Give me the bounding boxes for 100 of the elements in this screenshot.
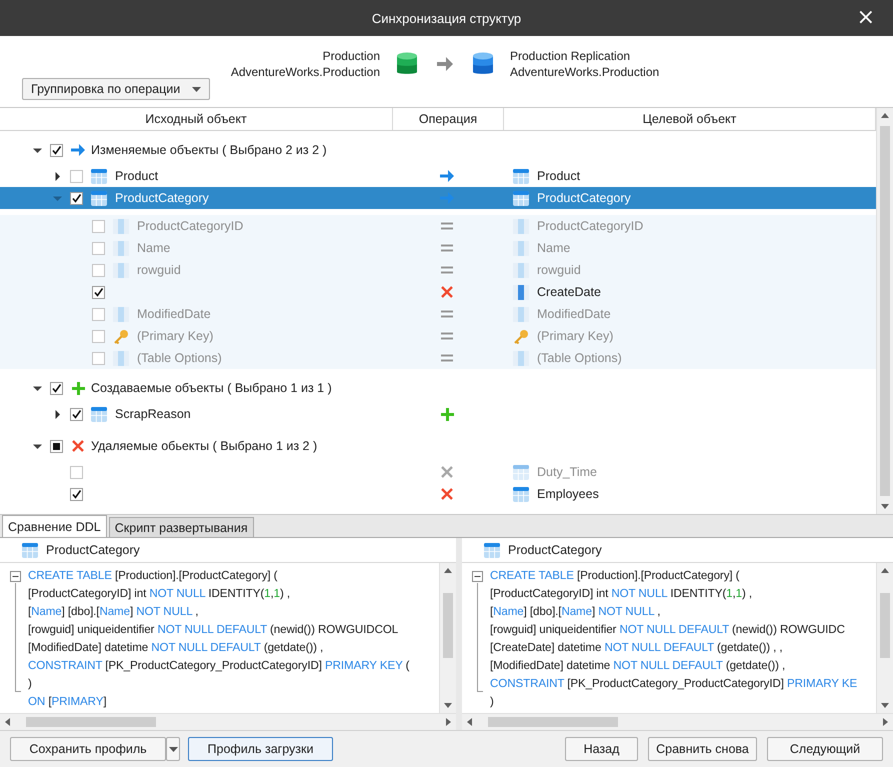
target-object: CreateDate xyxy=(537,285,601,299)
checkbox[interactable] xyxy=(70,170,83,182)
column-icon xyxy=(513,218,529,234)
source-object: ProductCategory xyxy=(115,191,209,205)
target-object: Duty_Time xyxy=(537,465,597,479)
scrollbar[interactable] xyxy=(439,563,456,713)
checkbox[interactable] xyxy=(92,242,105,254)
column-header[interactable]: Исходный объект xyxy=(0,108,393,130)
collapse-icon[interactable] xyxy=(472,571,483,582)
code-line: [ProductCategoryID] int NOT NULL IDENTITY(1,1) , xyxy=(28,586,291,602)
source-object: (Primary Key) xyxy=(137,329,214,343)
cross-icon xyxy=(441,488,453,500)
equals-icon xyxy=(441,310,453,318)
table-icon xyxy=(22,542,38,558)
source-server: Production xyxy=(322,48,380,64)
column-icon xyxy=(113,306,129,322)
caret-icon xyxy=(192,86,201,92)
checkbox[interactable] xyxy=(92,308,105,320)
source-object: Product xyxy=(115,169,158,183)
table-icon xyxy=(513,464,529,480)
code-line: [ProductCategoryID] int NOT NULL IDENTITY(1,1) , xyxy=(490,586,753,602)
object-name: ProductCategory xyxy=(46,543,140,557)
tab[interactable]: Скрипт развертывания xyxy=(108,517,254,537)
key-icon xyxy=(513,328,529,344)
checkbox[interactable] xyxy=(50,440,63,452)
source-database: AdventureWorks.Production xyxy=(230,64,380,80)
code-line: [Name] [dbo].[Name] NOT NULL , xyxy=(28,604,200,620)
load-profile-button[interactable]: Профиль загрузки xyxy=(188,737,333,761)
equals-icon xyxy=(441,266,453,274)
grouping-dropdown[interactable]: Группировка по операции xyxy=(22,78,210,100)
source-object: Name xyxy=(137,241,170,255)
scrollbar[interactable] xyxy=(0,713,456,730)
checkbox[interactable] xyxy=(50,382,63,394)
scrollbar[interactable] xyxy=(876,108,893,514)
scrollbar[interactable] xyxy=(876,563,893,713)
code-line: CREATE TABLE [Production].[ProductCategory] ( xyxy=(490,568,740,584)
checkbox[interactable] xyxy=(70,192,83,204)
table-icon xyxy=(91,168,107,184)
target-object: Employees xyxy=(537,487,599,501)
checkbox[interactable] xyxy=(50,144,63,156)
column-header[interactable]: Операция xyxy=(393,108,504,130)
column-icon xyxy=(113,262,129,278)
save-profile-button[interactable]: Сохранить профиль xyxy=(10,737,166,761)
target-object: ProductCategoryID xyxy=(537,219,644,233)
code-line: [rowguid] uniqueidentifier NOT NULL DEFAULT (newid()) ROWGUIDC xyxy=(490,622,846,638)
collapse-caret-icon[interactable] xyxy=(32,146,42,154)
collapse-caret-icon[interactable] xyxy=(32,384,42,392)
checkbox[interactable] xyxy=(92,286,105,298)
code-line: [Name] [dbo].[Name] NOT NULL , xyxy=(490,604,662,620)
column-icon xyxy=(113,240,129,256)
table-icon xyxy=(484,542,500,558)
database-icon xyxy=(472,51,494,77)
table-icon xyxy=(513,190,529,206)
database-icon xyxy=(396,51,418,77)
checkbox[interactable] xyxy=(70,408,83,420)
table-icon xyxy=(91,190,107,206)
footer-button[interactable]: Сравнить снова xyxy=(648,737,757,761)
equals-icon xyxy=(441,332,453,340)
collapse-icon[interactable] xyxy=(10,571,21,582)
group-label: Удаляемые обьекты ( Выбрано 1 из 2 ) xyxy=(91,439,318,453)
caret-icon xyxy=(168,746,178,752)
checkbox[interactable] xyxy=(70,488,83,500)
arrow-icon xyxy=(440,170,454,182)
group-label: Создаваемые объекты ( Выбрано 1 из 1 ) xyxy=(91,381,332,395)
tab[interactable]: Сравнение DDL xyxy=(2,515,107,537)
expand-caret-icon[interactable] xyxy=(52,410,62,418)
footer-button[interactable]: Следующий xyxy=(767,737,883,761)
column-icon xyxy=(513,306,529,322)
checkbox[interactable] xyxy=(92,352,105,364)
checkbox[interactable] xyxy=(92,220,105,232)
source-object: ScrapReason xyxy=(115,407,191,421)
plus-icon xyxy=(440,408,454,420)
scrollbar[interactable] xyxy=(462,713,893,730)
code-line: ON [PRIMARY] xyxy=(28,694,108,710)
code-line: CONSTRAINT [PK_ProductCategory_ProductCategoryID] PRIMARY KEY ( xyxy=(28,658,410,674)
selected-row[interactable]: ProductCategory ProductCategory xyxy=(0,187,876,209)
checkbox[interactable] xyxy=(92,330,105,342)
dropdown-button[interactable] xyxy=(166,737,180,761)
target-database: AdventureWorks.Production xyxy=(510,64,660,80)
equals-icon xyxy=(441,222,453,230)
target-object: ModifiedDate xyxy=(537,307,611,321)
checkbox[interactable] xyxy=(92,264,105,276)
key-icon xyxy=(113,328,129,344)
code-line: CONSTRAINT [PK_ProductCategory_ProductCategoryID] PRIMARY KE xyxy=(490,676,858,692)
source-object: ModifiedDate xyxy=(137,307,211,321)
code-line: [ModifiedDate] datetime NOT NULL DEFAULT (getdate()) , xyxy=(490,658,786,674)
table-icon xyxy=(513,486,529,502)
arrow-icon xyxy=(440,192,454,204)
expand-caret-icon[interactable] xyxy=(52,172,62,180)
checkbox[interactable] xyxy=(70,466,83,478)
close-button[interactable]: × xyxy=(852,6,879,30)
cross-icon xyxy=(441,466,453,478)
footer-button[interactable]: Назад xyxy=(565,737,638,761)
collapse-caret-icon[interactable] xyxy=(32,442,42,450)
group-label: Изменяемые объекты ( Выбрано 2 из 2 ) xyxy=(91,143,327,157)
plus-icon xyxy=(72,382,84,394)
target-object: rowguid xyxy=(537,263,581,277)
column-icon xyxy=(513,284,529,300)
table-icon xyxy=(91,406,107,422)
column-icon xyxy=(113,218,129,234)
